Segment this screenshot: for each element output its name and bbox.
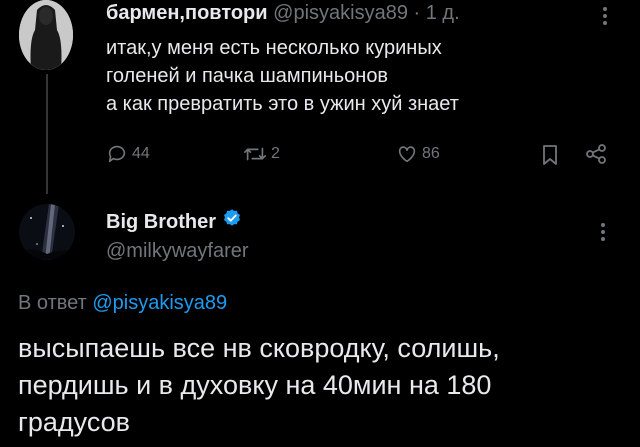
tweet-timestamp[interactable]: 1 д. xyxy=(426,2,460,24)
tweet-author-name[interactable]: бармен,повтори xyxy=(106,2,268,24)
tweet-author-avatar[interactable] xyxy=(19,0,73,70)
reply-to-handle-link[interactable]: @pisyakisya89 xyxy=(92,292,227,314)
reply-button[interactable]: 44 xyxy=(106,143,150,165)
tweet-more-icon[interactable] xyxy=(600,6,610,26)
verified-badge-icon xyxy=(222,208,242,235)
retweet-icon xyxy=(243,143,267,165)
reply-text: высыпаешь все нв сковродку, солишь, перд… xyxy=(18,330,500,441)
bookmark-icon[interactable] xyxy=(540,144,560,171)
reply-text-line: высыпаешь все нв сковродку, солишь, xyxy=(18,333,500,363)
reply-icon xyxy=(106,143,128,165)
tweet-text-line: а как превратить это в ужин хуй знает xyxy=(106,93,459,115)
reply-author-avatar[interactable] xyxy=(19,204,75,260)
reply-more-icon[interactable] xyxy=(600,222,606,247)
tweet-header-separator: · xyxy=(413,2,421,24)
reply-text-line: градусов xyxy=(18,407,130,437)
share-icon[interactable] xyxy=(584,143,608,170)
tweet-header: бармен,повтори @pisyakisya89 · 1 д. xyxy=(106,0,460,26)
tweet-author-handle[interactable]: @pisyakisya89 xyxy=(273,2,408,24)
like-icon xyxy=(396,143,418,165)
thread-connector-line xyxy=(46,74,48,194)
like-button[interactable]: 86 xyxy=(396,143,440,165)
reply-author-name[interactable]: Big Brother xyxy=(106,209,216,235)
reply-author-handle[interactable]: @milkywayfarer xyxy=(106,238,249,264)
reply-text-line: пердишь и в духовку на 40мин на 180 xyxy=(18,370,492,400)
tweet-text: итак,у меня есть несколько куриных голен… xyxy=(106,34,459,118)
reply-to-prefix: В ответ xyxy=(18,292,87,314)
tweet-text-line: голеней и пачка шампиньонов xyxy=(106,65,389,87)
reply-author-line: Big Brother xyxy=(106,208,242,235)
retweet-button[interactable]: 2 xyxy=(243,143,280,165)
retweet-count: 2 xyxy=(271,145,280,162)
tweet-text-line: итак,у меня есть несколько куриных xyxy=(106,37,442,59)
reply-to-line: В ответ @pisyakisya89 xyxy=(18,290,227,316)
reply-count: 44 xyxy=(132,145,150,162)
like-count: 86 xyxy=(422,145,440,162)
